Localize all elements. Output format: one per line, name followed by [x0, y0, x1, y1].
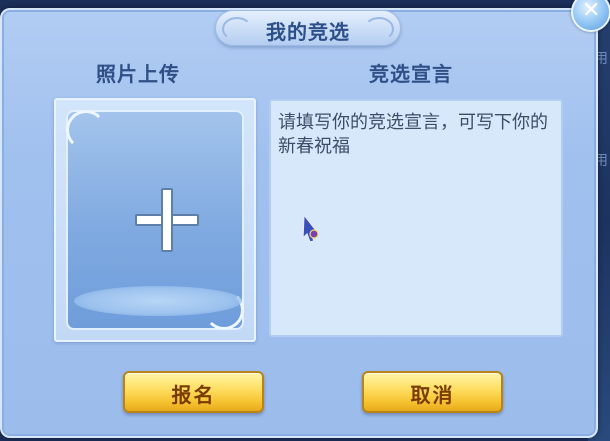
- close-icon: ✕: [582, 0, 601, 23]
- declaration-placeholder: 请填写你的竞选宣言，可写下你的新春祝福: [278, 112, 548, 157]
- photo-upload-area[interactable]: [66, 110, 244, 330]
- declaration-label: 竞选宣言: [369, 62, 453, 86]
- register-button-label: 报名: [171, 383, 216, 407]
- cursor-icon: [302, 213, 320, 243]
- register-button[interactable]: 报名: [123, 371, 264, 413]
- cancel-button[interactable]: 取消: [362, 371, 503, 413]
- plus-icon[interactable]: [135, 188, 199, 252]
- dialog-title: 我的竞选: [266, 20, 350, 44]
- title-plate: 我的竞选: [215, 10, 401, 46]
- cancel-button-label: 取消: [410, 383, 455, 407]
- campaign-dialog: 我的竞选 照片上传 竞选宣言 请填写你的竞选宣言，可写下你的新春祝福 报名 取消: [0, 8, 598, 438]
- photo-upload-label: 照片上传: [96, 62, 180, 86]
- pedestal-ellipse: [74, 286, 242, 316]
- photo-upload-frame[interactable]: [54, 98, 256, 342]
- corner-ornament-icon: [66, 110, 106, 150]
